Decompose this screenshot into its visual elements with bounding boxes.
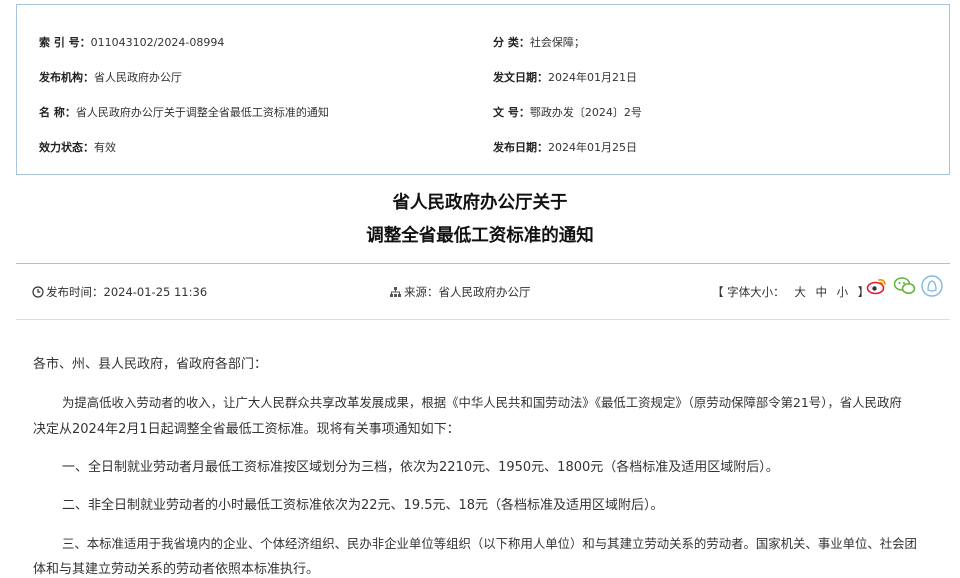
paragraph-3: 二、非全日制就业劳动者的小时最低工资标准依次为22元、19.5元、18元（各档标… — [62, 498, 664, 513]
font-size-label: 【 字体大小： — [712, 285, 785, 299]
meta-index-label: 索 引 号： — [39, 36, 91, 49]
font-size-switcher: 【 字体大小： 大 中 小 】 — [712, 285, 869, 299]
meta-status-label: 效力状态： — [39, 141, 94, 154]
meta-publish-date-label: 发布日期： — [493, 141, 548, 154]
meta-doc-no-value: 鄂政办发〔2024〕2号 — [529, 106, 642, 119]
meta-issue-date: 发文日期：2024年01月21日 — [493, 71, 637, 85]
font-large-button[interactable]: 大 — [794, 285, 806, 299]
clock-icon — [32, 286, 44, 301]
qq-icon[interactable] — [921, 275, 943, 297]
meta-issuer-label: 发布机构： — [39, 71, 94, 84]
font-medium-button[interactable]: 中 — [815, 285, 827, 299]
source: 来源：省人民政府办公厅 — [390, 285, 531, 300]
weibo-icon[interactable] — [866, 275, 888, 297]
meta-category-value: 社会保障； — [529, 36, 585, 49]
meta-name-label: 名 称： — [39, 106, 76, 119]
source-label: 来源： — [404, 285, 439, 299]
info-bar-bottom-border — [16, 319, 950, 320]
meta-issue-date-label: 发文日期： — [493, 71, 548, 84]
metadata-panel: 索 引 号：011043102/2024-08994 分 类：社会保障； 发布机… — [16, 4, 950, 175]
meta-category: 分 类：社会保障； — [493, 36, 585, 50]
info-bar-top-border — [16, 263, 950, 264]
meta-category-label: 分 类： — [493, 36, 530, 49]
paragraph-2: 一、全日制就业劳动者月最低工资标准按区域划分为三档，依次为2210元、1950元… — [62, 460, 779, 475]
wechat-icon[interactable] — [893, 275, 916, 297]
meta-name: 名 称：省人民政府办公厅关于调整全省最低工资标准的通知 — [39, 106, 329, 120]
paragraph-4-line-1: 三、本标准适用于我省境内的企业、个体经济组织、民办非企业单位等组织（以下称用人单… — [62, 536, 917, 551]
publish-time: 发布时间：2024-01-25 11:36 — [32, 285, 207, 301]
publish-time-label: 发布时间： — [46, 285, 104, 299]
meta-issue-date-value: 2024年01月21日 — [548, 71, 637, 84]
meta-index-value: 011043102/2024-08994 — [90, 36, 225, 49]
meta-issuer: 发布机构：省人民政府办公厅 — [39, 71, 182, 85]
font-small-button[interactable]: 小 — [837, 285, 849, 299]
salutation: 各市、州、县人民政府，省政府各部门： — [33, 357, 268, 372]
meta-doc-no: 文 号：鄂政办发〔2024〕2号 — [493, 106, 642, 120]
meta-publish-date-value: 2024年01月25日 — [548, 141, 637, 154]
meta-status-value: 有效 — [94, 141, 116, 154]
publish-time-value: 2024-01-25 11:36 — [103, 285, 208, 299]
article-title-line1: 省人民政府办公厅关于 — [392, 193, 568, 213]
article-title-line2: 调整全省最低工资标准的通知 — [366, 226, 594, 246]
meta-name-value: 省人民政府办公厅关于调整全省最低工资标准的通知 — [75, 106, 329, 119]
meta-status: 效力状态：有效 — [39, 141, 116, 155]
source-value: 省人民政府办公厅 — [438, 285, 531, 299]
meta-issuer-value: 省人民政府办公厅 — [94, 71, 182, 84]
sitemap-icon — [390, 286, 401, 300]
meta-doc-no-label: 文 号： — [493, 106, 530, 119]
meta-index: 索 引 号：011043102/2024-08994 — [39, 36, 224, 50]
meta-publish-date: 发布日期：2024年01月25日 — [493, 141, 637, 155]
paragraph-1-line-2: 决定从2024年2月1日起调整全省最低工资标准。现将有关事项通知如下： — [33, 422, 460, 437]
paragraph-1-line-1: 为提高低收入劳动者的收入，让广大人民群众共享改革发展成果，根据《中华人民共和国劳… — [62, 395, 902, 410]
